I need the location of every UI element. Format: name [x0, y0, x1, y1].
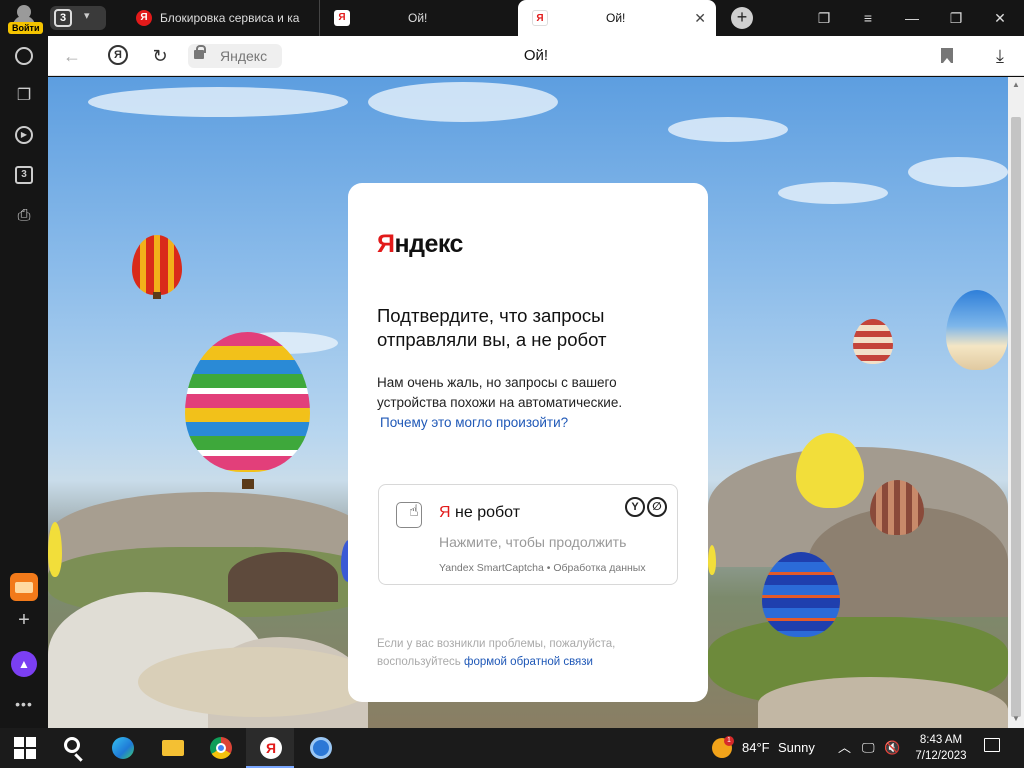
screen: Войти 3 ▾ Я Блокировка сервиса и ка Я Ой… [0, 0, 1024, 768]
yandex-browser-app[interactable]: Я [246, 728, 294, 768]
browser-tabbar: Войти 3 ▾ Я Блокировка сервиса и ка Я Ой… [0, 0, 1024, 36]
tab-groups-button[interactable]: 3 ▾ [50, 6, 106, 30]
hot-air-balloon [48, 522, 62, 577]
yandex-logo[interactable]: Яндекс [377, 230, 463, 259]
tab-title: Ой! [606, 11, 626, 25]
captcha-heading: Подтвердите, что запросы отправляли вы, … [377, 305, 607, 350]
close-tab-icon[interactable]: ✕ [694, 0, 706, 36]
chrome-icon [210, 737, 232, 759]
yandex-circle-icon: Y [625, 497, 645, 517]
click-hint: Нажмите, чтобы продолжить [439, 534, 627, 550]
history-icon[interactable] [15, 47, 33, 65]
download-icon[interactable]: ⤓ [988, 44, 1012, 68]
chrome-app[interactable] [196, 728, 244, 768]
login-label: Войти [8, 22, 44, 34]
new-tab-button[interactable]: + [731, 7, 753, 29]
search-icon [64, 737, 80, 753]
edge-app[interactable] [98, 728, 146, 768]
windows-logo-icon [14, 737, 36, 759]
collections-icon[interactable]: ❐ [12, 84, 36, 108]
captcha-description: Нам очень жаль, но запросы с вашего устр… [377, 375, 623, 410]
browser-sidebar: ❐ ▶ 3 ⎙ + ▲ ••• [0, 36, 48, 728]
chevron-up-icon[interactable]: ︿ [838, 728, 851, 768]
network-icon[interactable]: 🖵 [862, 728, 875, 768]
clock-date: 7/12/2023 [915, 750, 967, 762]
hot-air-balloon [708, 545, 716, 575]
more-icon[interactable]: ••• [12, 692, 36, 716]
hot-air-balloon [132, 235, 182, 295]
help-text: Если у вас возникли проблемы, пожалуйста… [377, 638, 616, 668]
screenshot-icon[interactable]: ⎙ [12, 204, 36, 228]
weather-text: Sunny [778, 740, 815, 755]
folder-icon [162, 740, 184, 756]
weather-temp: 84°F [742, 740, 770, 755]
page-scrollbar[interactable]: ▲ ▼ [1008, 77, 1024, 728]
tab-3-active[interactable]: Я Ой! ✕ [518, 0, 716, 36]
feedback-form-link[interactable]: формой обратной связи [464, 656, 593, 668]
windows-taskbar: Я 1 84°F Sunny ︿ 🖵 🔇 8:43 AM 7/12/2023 [0, 728, 1024, 768]
hot-air-balloon [870, 480, 924, 535]
hot-air-balloon [796, 433, 864, 508]
sidebar-counter-icon[interactable]: 3 [15, 166, 33, 184]
yandex-icon: Я [334, 10, 350, 26]
camera-app[interactable] [296, 728, 344, 768]
clock-time: 8:43 AM [919, 734, 963, 746]
page-title[interactable]: Ой! [48, 36, 1024, 76]
notifications-icon[interactable] [984, 738, 1000, 752]
captcha-card: Яндекс Подтвердите, что запросы отправля… [348, 183, 708, 702]
add-sidebar-item-icon[interactable]: + [12, 608, 36, 632]
close-window-button[interactable]: ✕ [980, 0, 1020, 36]
tab-title: Блокировка сервиса и ка [160, 11, 300, 25]
chevron-down-icon: ▾ [84, 10, 90, 22]
volume-muted-icon[interactable]: 🔇 [884, 728, 900, 768]
camera-app-icon [310, 737, 332, 759]
profile-button[interactable]: Войти [6, 2, 44, 34]
not-robot-label[interactable]: Я не робот [439, 502, 520, 524]
smartcaptcha-logo-icon: ∅ [647, 497, 667, 517]
hand-cursor-icon: ☝ [409, 503, 419, 520]
smartcaptcha-widget[interactable]: ☝ Я не робот Нажмите, чтобы продолжить Y… [378, 484, 678, 585]
weather-widget[interactable]: 1 84°F Sunny [712, 728, 822, 768]
captcha-footer[interactable]: Yandex SmartCaptcha • Обработка данных [439, 561, 646, 575]
weather-badge: 1 [724, 736, 734, 746]
scrollbar-thumb[interactable] [1011, 117, 1021, 717]
restore-button[interactable]: ❐ [936, 0, 976, 36]
alice-assistant-icon[interactable]: ▲ [11, 651, 37, 677]
captcha-brand-marks: Y ∅ [625, 497, 667, 519]
tab-1[interactable]: Я Блокировка сервиса и ка [122, 0, 320, 36]
windows-start-button[interactable] [0, 728, 48, 768]
minimize-button[interactable]: — [892, 0, 932, 36]
bookmark-icon[interactable] [941, 48, 953, 63]
address-bar: ← Я ↻ Яндекс Ой! ⤓ [48, 36, 1024, 76]
tab-count-badge: 3 [54, 9, 72, 27]
yandex-browser-icon: Я [260, 737, 282, 759]
mail-icon[interactable] [10, 573, 38, 601]
tab-2[interactable]: Я Ой! [320, 0, 516, 36]
scroll-down-icon[interactable]: ▼ [1012, 714, 1020, 723]
system-clock[interactable]: 8:43 AM 7/12/2023 [908, 732, 974, 764]
hot-air-balloon [946, 290, 1008, 370]
menu-icon[interactable]: ≡ [848, 0, 888, 36]
file-explorer-app[interactable] [148, 728, 196, 768]
search-button[interactable] [48, 728, 96, 768]
yandex-icon: Я [136, 10, 152, 26]
collections-icon[interactable]: ❐ [804, 0, 844, 36]
video-play-icon[interactable]: ▶ [15, 126, 33, 144]
edge-icon [112, 737, 134, 759]
tab-title: Ой! [408, 11, 428, 25]
yandex-icon: Я [532, 10, 548, 26]
why-link[interactable]: Почему это могло произойти? [380, 413, 568, 433]
hot-air-balloon [853, 319, 893, 364]
page-viewport: Яндекс Подтвердите, что запросы отправля… [48, 77, 1008, 728]
scroll-up-icon[interactable]: ▲ [1012, 80, 1020, 89]
